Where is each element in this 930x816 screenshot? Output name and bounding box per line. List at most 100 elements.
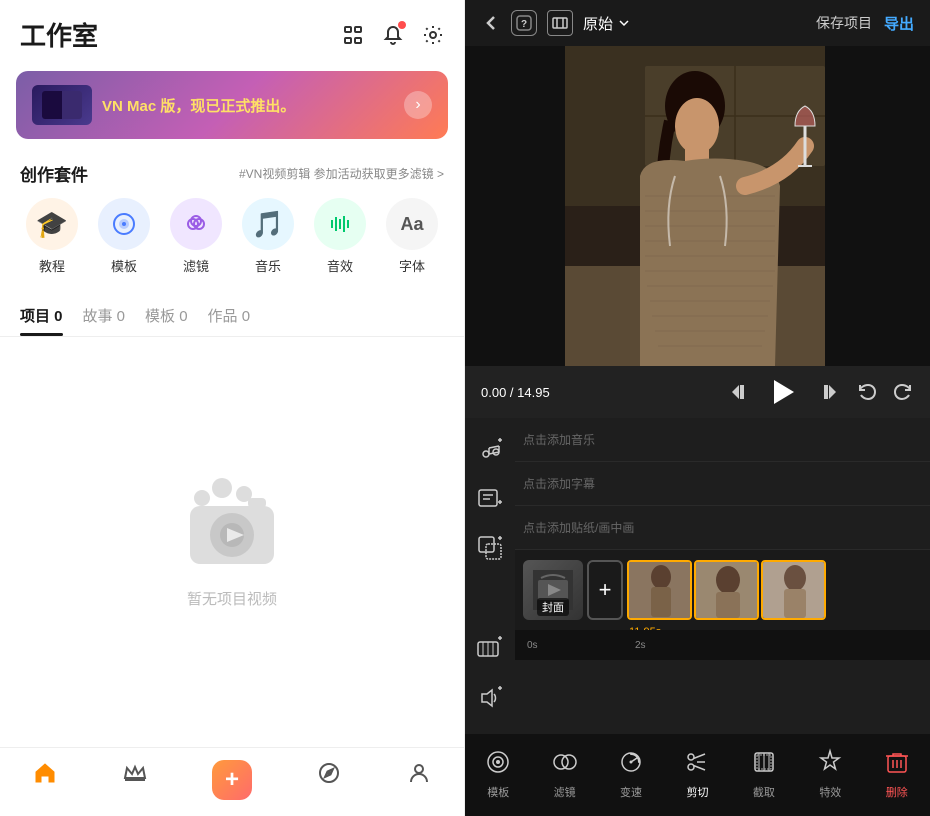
filter-tool-label: 滤镜 [554,784,576,800]
banner-text-prefix: VN Mac 版， [102,98,190,115]
banner-text-highlight: 现已正式推出。 [190,98,295,115]
tab-stories[interactable]: 故事 0 [83,297,126,336]
skip-back-button[interactable] [728,381,750,403]
tool-template[interactable]: 模板 [480,744,516,800]
video-clip-1[interactable] [627,560,692,620]
effect-tool-icon [812,744,848,780]
add-music-tool[interactable] [472,430,508,466]
creation-item-filter[interactable]: 滤镜 [170,198,222,275]
video-clips: 11.95s [627,560,826,620]
add-clip-tool[interactable] [472,630,508,666]
bottom-toolbar: 模板 滤镜 变速 [465,734,930,816]
filter-label: 滤镜 [183,256,209,275]
nav-explore[interactable] [316,760,342,800]
video-frame [465,46,930,366]
music-track-placeholder: 点击添加音乐 [523,431,595,448]
add-icon[interactable]: + [212,760,252,800]
clip-inner-2 [696,562,757,618]
filter-icon [170,198,222,250]
empty-text: 暂无项目视频 [187,588,277,609]
nav-add[interactable]: + [212,760,252,800]
help-button[interactable]: ? [511,10,537,36]
tool-crop[interactable]: 截取 [746,744,782,800]
tool-speed[interactable]: 变速 [613,744,649,800]
save-button[interactable]: 保存项目 [816,13,872,33]
sticker-track-placeholder: 点击添加贴纸/画中画 [523,519,634,536]
cut-tool-icon [679,744,715,780]
video-content [465,46,930,366]
mode-label: 原始 [583,13,613,34]
crop-tool-label: 截取 [753,784,775,800]
template-tool-label: 模板 [487,784,509,800]
creation-suite-header: 创作套件 #VN视频剪辑 参加活动获取更多滤镜 > [0,147,464,194]
video-clip-3[interactable] [761,560,826,620]
sticker-track[interactable]: 点击添加贴纸/画中画 [515,506,930,550]
effect-tool-label: 特效 [819,784,841,800]
add-clip-button[interactable]: + [587,560,623,620]
export-button[interactable]: 导出 [884,13,914,34]
banner-thumbnail [32,85,92,125]
right-header-left: ? 原始 [481,10,631,36]
right-panel: ? 原始 保存项目 导出 [465,0,930,816]
ruler-mark-2s: 2s [635,640,646,651]
tab-templates[interactable]: 模板 0 [145,297,188,336]
banner[interactable]: VN Mac 版，现已正式推出。 › [16,71,448,139]
volume-tool[interactable] [472,680,508,716]
editor-sidebar [465,418,515,734]
play-button[interactable] [766,374,802,410]
video-track: 封面 + [515,550,930,630]
redo-button[interactable] [892,381,914,403]
subtitle-track[interactable]: 点击添加字幕 [515,462,930,506]
nav-profile[interactable] [406,760,432,800]
creation-icons: 🎓 教程 模板 滤镜 🎵 [0,194,464,291]
speed-tool-label: 变速 [620,784,642,800]
empty-icon [172,476,292,576]
music-track[interactable]: 点击添加音乐 [515,418,930,462]
timeline-controls: 0.00 / 14.95 [465,366,930,418]
skip-forward-button[interactable] [818,381,840,403]
cover-label: 封面 [537,598,569,616]
creation-item-music[interactable]: 🎵 音乐 [242,198,294,275]
add-sticker-tool[interactable] [472,530,508,566]
tutorial-icon: 🎓 [26,198,78,250]
notification-icon[interactable] [382,24,404,46]
sfx-icon [314,198,366,250]
video-clip-2[interactable] [694,560,759,620]
tool-cut[interactable]: 剪切 [679,744,715,800]
undo-button[interactable] [856,381,878,403]
ratio-button[interactable] [547,10,573,36]
delete-tool-label: 删除 [886,784,908,800]
template-label: 模板 [111,256,137,275]
add-subtitle-tool[interactable] [472,480,508,516]
editor-area: 点击添加音乐 点击添加字幕 点击添加贴纸/画中画 [465,418,930,734]
tool-delete[interactable]: 删除 [879,744,915,800]
left-header: 工作室 [0,0,464,63]
expand-icon[interactable] [342,24,364,46]
nav-home[interactable] [32,760,58,800]
cover-thumbnail[interactable]: 封面 [523,560,583,620]
timeline-ruler: 0s 2s [515,630,930,660]
back-button[interactable] [481,13,501,33]
creation-suite-link[interactable]: #VN视频剪辑 参加活动获取更多滤镜 > [239,165,444,182]
tool-filter[interactable]: 滤镜 [547,744,583,800]
right-header-right: 保存项目 导出 [816,13,914,34]
left-panel: 工作室 [0,0,465,816]
banner-arrow[interactable]: › [404,91,432,119]
creation-item-tutorial[interactable]: 🎓 教程 [26,198,78,275]
cut-tool-label: 剪切 [686,784,708,800]
page-title: 工作室 [20,16,98,53]
creation-item-sfx[interactable]: 音效 [314,198,366,275]
banner-thumb-inner [42,91,82,119]
tab-works[interactable]: 作品 0 [208,297,251,336]
template-icon [98,198,150,250]
tab-projects[interactable]: 项目 0 [20,297,63,336]
nav-crown[interactable] [122,760,148,800]
settings-icon[interactable] [422,24,444,46]
playback-controls [728,374,914,410]
mode-selector[interactable]: 原始 [583,13,631,34]
tool-effect[interactable]: 特效 [812,744,848,800]
creation-item-font[interactable]: Aa 字体 [386,198,438,275]
timeline-tracks: 点击添加音乐 点击添加字幕 点击添加贴纸/画中画 [515,418,930,734]
time-display: 0.00 / 14.95 [481,385,728,400]
creation-item-template[interactable]: 模板 [98,198,150,275]
